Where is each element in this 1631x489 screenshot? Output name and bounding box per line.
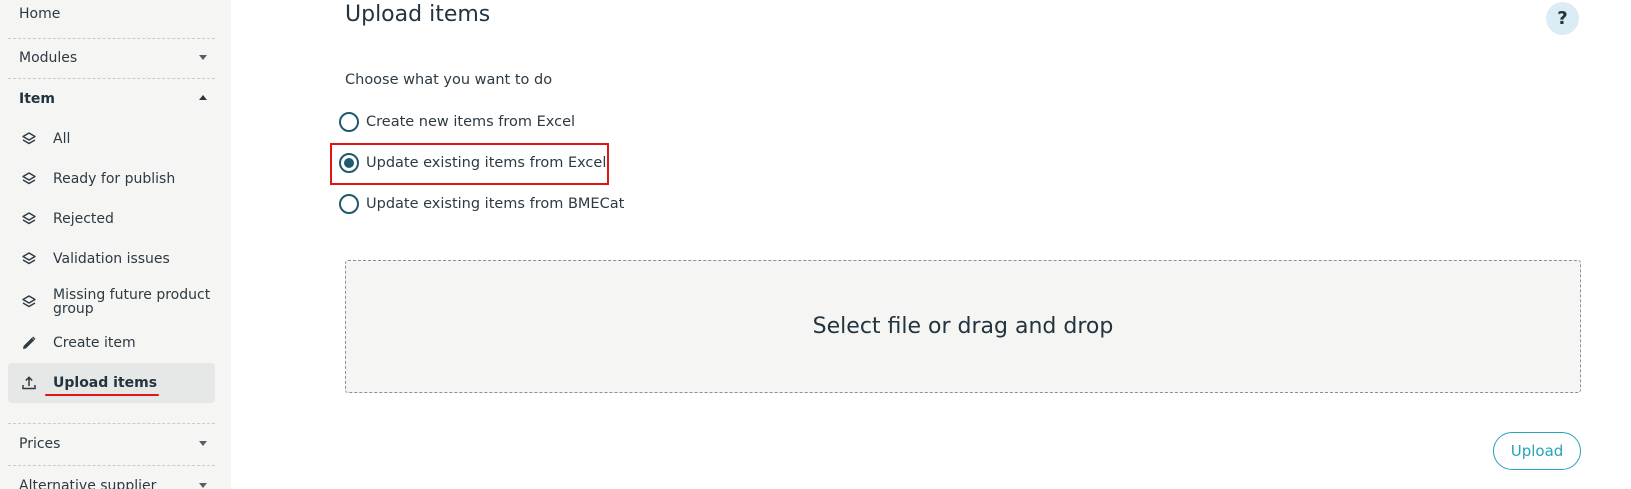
layers-icon xyxy=(22,252,36,265)
sidebar-item-label: Modules xyxy=(19,50,78,66)
sidebar-item-rejected[interactable]: Rejected xyxy=(8,199,215,239)
radio-button[interactable] xyxy=(339,112,359,132)
sidebar-item-item[interactable]: Item xyxy=(8,79,215,119)
sidebar-item-validation-issues[interactable]: Validation issues xyxy=(8,239,215,279)
sidebar: Home Modules Item All Ready for publish … xyxy=(0,0,231,489)
pencil-icon xyxy=(23,336,36,349)
upload-button[interactable]: Upload xyxy=(1493,432,1581,470)
radio-label: Create new items from Excel xyxy=(366,114,576,130)
layers-icon xyxy=(22,212,36,225)
annotation-highlight-box xyxy=(330,143,609,185)
sidebar-item-label: Validation issues xyxy=(53,251,170,267)
sidebar-item-create-item[interactable]: Create item xyxy=(8,323,215,363)
chevron-up-icon xyxy=(199,95,207,100)
chevron-down-icon xyxy=(199,55,207,60)
layers-icon xyxy=(22,295,36,308)
sidebar-item-label: Ready for publish xyxy=(53,171,176,187)
sidebar-item-label: Item xyxy=(19,91,55,107)
sidebar-item-all[interactable]: All xyxy=(8,119,215,159)
chevron-down-icon xyxy=(199,483,207,488)
sidebar-item-label: Create item xyxy=(53,335,136,351)
sidebar-item-label: Alternative supplier xyxy=(19,478,157,489)
page-title: Upload items xyxy=(345,2,491,27)
radio-button[interactable] xyxy=(339,194,359,214)
layers-icon xyxy=(22,132,36,145)
upload-icon xyxy=(22,376,36,390)
sidebar-item-label: Rejected xyxy=(53,211,114,227)
sidebar-item-alternative-supplier[interactable]: Alternative supplier xyxy=(8,466,215,489)
sidebar-item-modules[interactable]: Modules xyxy=(8,38,215,78)
annotation-underline xyxy=(45,394,159,396)
sidebar-item-ready-for-publish[interactable]: Ready for publish xyxy=(8,159,215,199)
sidebar-item-upload-items[interactable]: Upload items xyxy=(8,363,215,403)
sidebar-item-missing-future-product-group[interactable]: Missing future product group xyxy=(8,281,215,323)
sidebar-item-label: Home xyxy=(19,6,61,22)
sidebar-item-label: Upload items xyxy=(53,375,158,391)
radio-update-existing-bmecat[interactable]: Update existing items from BMECat xyxy=(339,192,624,216)
upload-mode-prompt: Choose what you want to do xyxy=(345,72,553,88)
dropzone-label: Select file or drag and drop xyxy=(812,314,1114,339)
chevron-down-icon xyxy=(199,441,207,446)
sidebar-item-label: Missing future product group xyxy=(53,287,211,317)
help-button[interactable]: ? xyxy=(1546,2,1579,35)
radio-label: Update existing items from BMECat xyxy=(366,196,625,212)
file-dropzone[interactable]: Select file or drag and drop xyxy=(345,260,1581,393)
sidebar-item-label: Prices xyxy=(19,436,61,452)
radio-create-new-excel[interactable]: Create new items from Excel xyxy=(339,110,575,134)
layers-icon xyxy=(22,172,36,185)
sidebar-item-label: All xyxy=(53,131,71,147)
sidebar-item-home[interactable]: Home xyxy=(8,0,215,34)
sidebar-item-prices[interactable]: Prices xyxy=(8,424,215,464)
